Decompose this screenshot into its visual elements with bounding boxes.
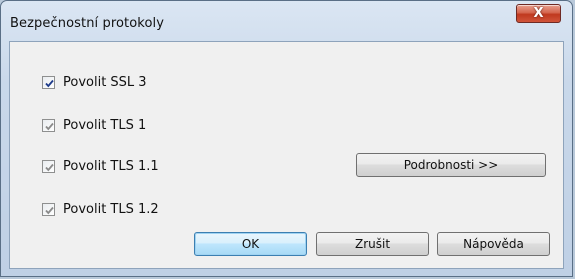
checkbox-row-tls11[interactable]: Povolit TLS 1.1 [42,158,159,174]
cancel-button[interactable]: Zrušit [316,232,429,256]
dialog-window: Bezpečnostní protokoly X Povolit SSL 3 P… [0,0,573,277]
checkbox-row-tls1[interactable]: Povolit TLS 1 [42,117,146,133]
checkbox-tls1[interactable] [42,118,55,132]
checkbox-ssl3[interactable] [42,75,55,89]
dialog-client-area: Povolit SSL 3 Povolit TLS 1 Povolit TLS … [9,41,564,269]
checkmark-icon [45,122,54,130]
checkbox-tls11[interactable] [42,159,55,173]
help-button[interactable]: Nápověda [437,232,550,256]
checkmark-icon [45,79,54,87]
checkbox-row-ssl3[interactable]: Povolit SSL 3 [42,74,147,90]
checkbox-label-tls1: Povolit TLS 1 [63,117,147,133]
close-icon: X [533,6,544,21]
checkbox-row-tls12[interactable]: Povolit TLS 1.2 [42,201,159,217]
checkbox-label-tls11: Povolit TLS 1.1 [63,158,159,174]
ok-button[interactable]: OK [194,232,307,256]
title-bar[interactable]: Bezpečnostní protokoly X [1,1,572,45]
checkbox-label-tls12: Povolit TLS 1.2 [63,201,159,217]
checkmark-icon [45,206,54,214]
close-button[interactable]: X [516,4,561,23]
checkbox-tls12[interactable] [42,202,55,216]
checkmark-icon [45,163,54,171]
checkbox-label-ssl3: Povolit SSL 3 [63,74,147,90]
window-title: Bezpečnostní protokoly [10,16,165,31]
details-button[interactable]: Podrobnosti >> [356,153,546,177]
